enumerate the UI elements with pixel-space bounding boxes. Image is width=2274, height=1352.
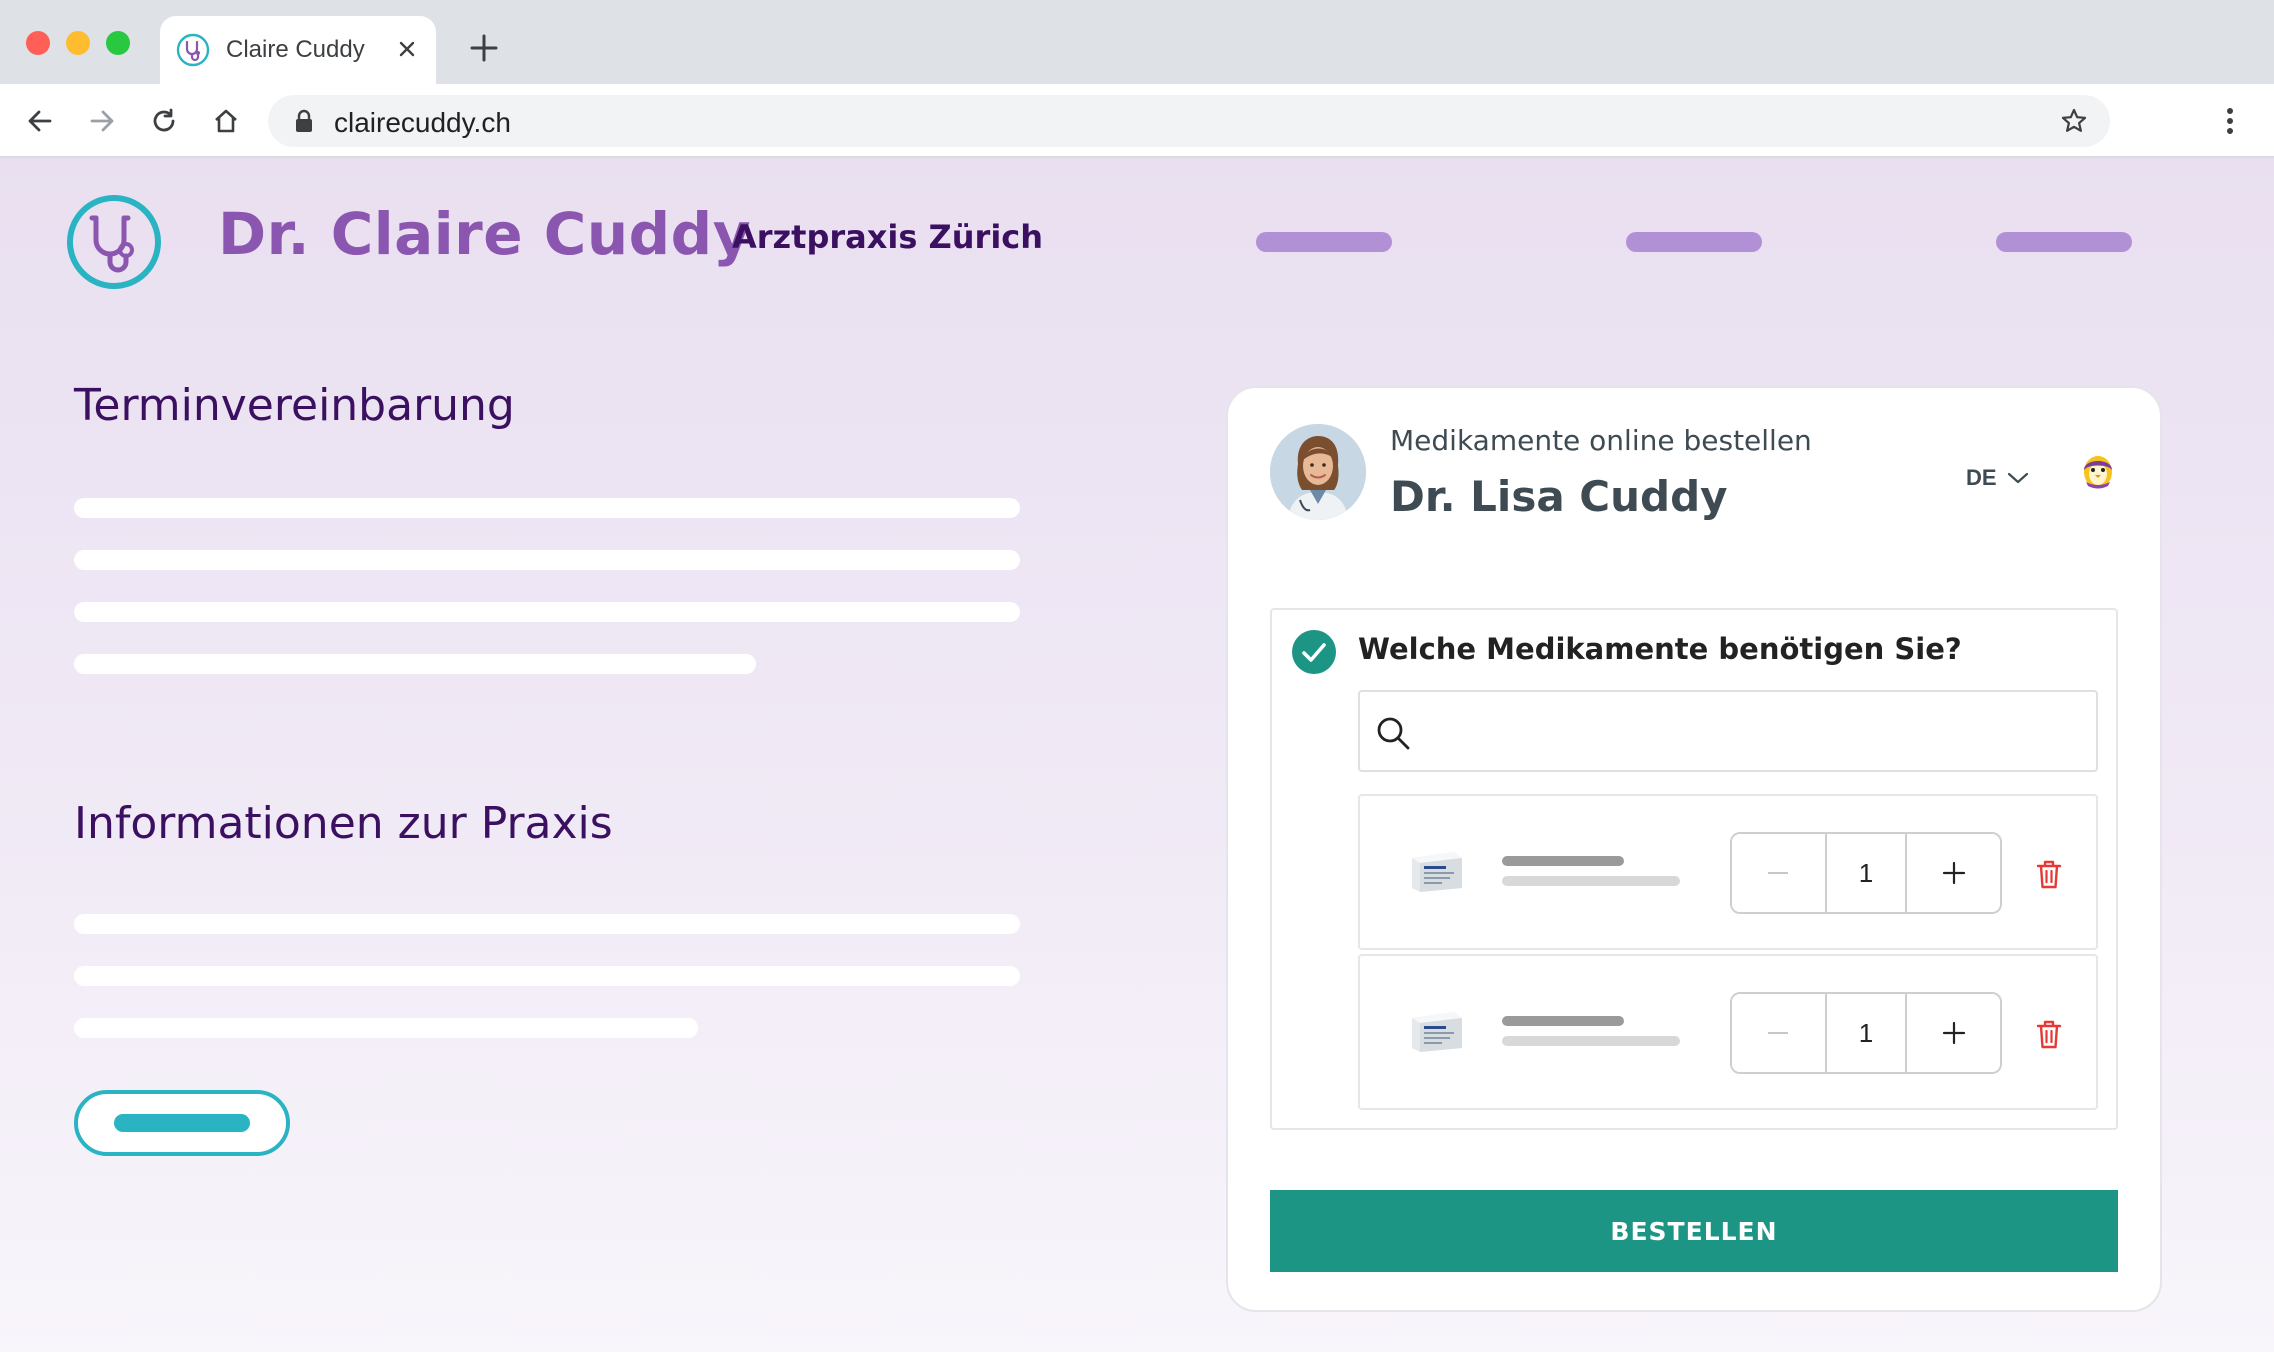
cta-label-placeholder <box>114 1114 250 1132</box>
window-minimize-button[interactable] <box>66 31 90 55</box>
bookmark-star-button[interactable] <box>2058 105 2090 137</box>
minus-icon <box>1768 1032 1789 1034</box>
window-close-button[interactable] <box>26 31 50 55</box>
minus-icon <box>1768 872 1789 874</box>
medication-search-input[interactable] <box>1422 708 2082 756</box>
decrease-quantity-button[interactable] <box>1732 994 1825 1072</box>
text-placeholder-line <box>74 966 1020 986</box>
window-maximize-button[interactable] <box>106 31 130 55</box>
widget-kicker: Medikamente online bestellen <box>1390 424 1812 457</box>
star-icon <box>2061 108 2087 132</box>
decrease-quantity-button[interactable] <box>1732 834 1825 912</box>
stethoscope-favicon-icon <box>176 33 210 67</box>
nav-link-placeholder-2[interactable] <box>1626 232 1762 252</box>
plus-icon <box>470 34 498 62</box>
quantity-stepper: 1 <box>1730 992 2002 1074</box>
url-text: clairecuddy.ch <box>334 107 511 138</box>
medication-order-widget: Medikamente online bestellen Dr. Lisa Cu… <box>1226 386 2162 1312</box>
browser-tab-bar: Claire Cuddy <box>0 0 2274 84</box>
text-placeholder-line <box>74 498 1020 518</box>
medication-description-placeholder <box>1502 876 1680 886</box>
arrow-right-icon <box>90 110 114 132</box>
back-button[interactable] <box>20 101 60 141</box>
reload-button[interactable] <box>144 101 184 141</box>
text-placeholder-line <box>74 654 756 674</box>
text-placeholder-line <box>74 550 1020 570</box>
trash-icon[interactable] <box>2034 858 2064 890</box>
language-value: DE <box>1966 465 1997 490</box>
question-label: Welche Medikamente benötigen Sie? <box>1358 632 1962 666</box>
address-bar[interactable]: clairecuddy.ch <box>268 95 2110 147</box>
medication-search-box[interactable] <box>1358 690 2098 772</box>
nav-link-placeholder-1[interactable] <box>1256 232 1392 252</box>
medication-description-placeholder <box>1502 1036 1680 1046</box>
plus-icon <box>1942 861 1965 885</box>
trash-icon[interactable] <box>2034 1018 2064 1050</box>
doctor-avatar <box>1270 424 1366 520</box>
kebab-menu-icon <box>2227 108 2233 134</box>
browser-tab[interactable]: Claire Cuddy <box>160 16 436 84</box>
site-title[interactable]: Dr. Claire Cuddy <box>218 200 751 268</box>
browser-toolbar: clairecuddy.ch <box>0 84 2274 158</box>
language-select[interactable]: DE <box>1966 462 2029 494</box>
site-subtitle: Arztpraxis Zürich <box>732 218 1044 256</box>
section-heading-appointments: Terminvereinbarung <box>74 380 515 431</box>
close-tab-button[interactable] <box>390 32 424 66</box>
plus-icon <box>1942 1021 1965 1045</box>
medication-question-section: Welche Medikamente benötigen Sie? 1 1 <box>1270 608 2118 1130</box>
home-button[interactable] <box>206 101 246 141</box>
cta-button[interactable] <box>74 1090 290 1156</box>
browser-menu-button[interactable] <box>2214 101 2246 141</box>
text-placeholder-line <box>74 914 1020 934</box>
chevron-down-icon <box>2007 472 2028 484</box>
quantity-value[interactable]: 1 <box>1824 994 1908 1072</box>
stethoscope-logo-icon[interactable] <box>66 194 162 290</box>
home-icon <box>215 109 237 133</box>
medication-name-placeholder <box>1502 1016 1624 1026</box>
arrow-left-icon <box>28 110 52 132</box>
nav-link-placeholder-3[interactable] <box>1996 232 2132 252</box>
medication-package-image <box>1412 852 1462 892</box>
search-icon <box>1377 717 1410 750</box>
quantity-stepper: 1 <box>1730 832 2002 914</box>
doctor-name: Dr. Lisa Cuddy <box>1390 472 1728 521</box>
text-placeholder-line <box>74 602 1020 622</box>
new-tab-button[interactable] <box>464 28 504 68</box>
section-heading-practice-info: Informationen zur Praxis <box>74 798 613 849</box>
order-button[interactable]: BESTELLEN <box>1270 1190 2118 1272</box>
lock-icon <box>290 107 318 135</box>
medication-list-item: 1 <box>1358 954 2098 1110</box>
close-icon <box>399 41 415 57</box>
medication-list-item: 1 <box>1358 794 2098 950</box>
tab-title: Claire Cuddy <box>226 36 365 63</box>
web-page: Dr. Claire Cuddy Arztpraxis Zürich Termi… <box>0 158 2274 1352</box>
increase-quantity-button[interactable] <box>1907 994 2000 1072</box>
medication-name-placeholder <box>1502 856 1624 866</box>
penguin-mascot-icon[interactable] <box>2074 446 2122 494</box>
medication-package-image <box>1412 1012 1462 1052</box>
text-placeholder-line <box>74 1018 698 1038</box>
increase-quantity-button[interactable] <box>1907 834 2000 912</box>
check-circle-icon <box>1292 630 1336 674</box>
reload-icon <box>153 108 175 132</box>
quantity-value[interactable]: 1 <box>1824 834 1908 912</box>
forward-button[interactable] <box>82 101 122 141</box>
